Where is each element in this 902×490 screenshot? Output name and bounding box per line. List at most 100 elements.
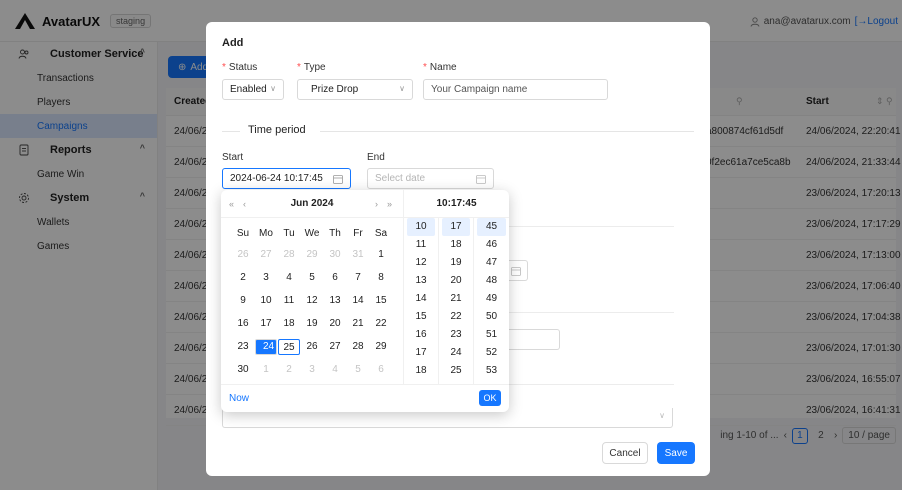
ok-button[interactable]: OK [479,390,501,406]
modal-title: Add [222,37,244,49]
calendar-day[interactable]: 24 [255,339,277,355]
divider [506,226,674,227]
type-select[interactable]: Prize Drop ∨ [297,79,413,100]
hour-cell[interactable]: 14 [407,290,435,308]
hidden-input[interactable] [506,329,560,350]
calendar-day[interactable]: 2 [278,362,300,378]
calendar-day[interactable]: 3 [301,362,323,378]
calendar-day[interactable]: 5 [347,362,369,378]
calendar-day[interactable]: 19 [301,316,323,332]
hour-cell[interactable]: 13 [407,272,435,290]
next-year-button[interactable]: » [387,199,392,209]
status-select[interactable]: Enabled ∨ [222,79,284,100]
calendar-icon [333,175,343,184]
hour-cell[interactable]: 10 [407,218,435,236]
minute-cell[interactable]: 21 [442,290,470,308]
calendar-icon [476,175,486,184]
calendar-day[interactable]: 1 [370,247,392,263]
start-date-value: 2024-06-24 10:17:45 [230,173,323,184]
next-month-button[interactable]: › [375,199,378,209]
start-date-input[interactable]: 2024-06-24 10:17:45 [222,168,351,189]
save-button[interactable]: Save [657,442,695,464]
second-cell[interactable]: 49 [477,290,506,308]
type-value: Prize Drop [311,84,359,95]
calendar-day[interactable]: 28 [278,247,300,263]
calendar-day[interactable]: 22 [370,316,392,332]
calendar-day[interactable]: 15 [370,293,392,309]
calendar-day[interactable]: 14 [347,293,369,309]
second-column[interactable]: 45 46 47 48 49 50 51 52 53 [473,218,509,384]
calendar-day[interactable]: 12 [301,293,323,309]
calendar-day[interactable]: 29 [301,247,323,263]
calendar-day[interactable]: 31 [347,247,369,263]
calendar-day[interactable]: 2 [232,270,254,286]
calendar-day[interactable]: 5 [301,270,323,286]
calendar-day[interactable]: 4 [278,270,300,286]
calendar-day[interactable]: 25 [278,339,300,355]
calendar-day[interactable]: 27 [255,247,277,263]
hour-cell[interactable]: 17 [407,344,435,362]
calendar-day[interactable]: 21 [347,316,369,332]
weekday-label: Tu [283,228,295,239]
second-cell[interactable]: 46 [477,236,506,254]
calendar-day[interactable]: 23 [232,339,254,355]
second-cell[interactable]: 51 [477,326,506,344]
hour-cell[interactable]: 12 [407,254,435,272]
second-cell[interactable]: 52 [477,344,506,362]
calendar-header: « ‹ Jun 2024 › » [221,190,403,218]
minute-cell[interactable]: 20 [442,272,470,290]
hour-cell[interactable]: 16 [407,326,435,344]
second-cell[interactable]: 50 [477,308,506,326]
calendar-day[interactable]: 10 [255,293,277,309]
now-button[interactable]: Now [229,393,249,404]
cancel-button[interactable]: Cancel [602,442,648,464]
minute-cell[interactable]: 22 [442,308,470,326]
minute-column[interactable]: 17 18 19 20 21 22 23 24 25 [438,218,473,384]
minute-cell[interactable]: 25 [442,362,470,380]
second-cell[interactable]: 47 [477,254,506,272]
minute-cell[interactable]: 19 [442,254,470,272]
weekday-label: Su [236,228,250,239]
time-label: 10:17:45 [403,190,509,218]
calendar-day[interactable]: 30 [232,362,254,378]
calendar-day[interactable]: 26 [301,339,323,355]
calendar-day[interactable]: 4 [324,362,346,378]
minute-cell[interactable]: 18 [442,236,470,254]
calendar-day[interactable]: 6 [324,270,346,286]
calendar-day[interactable]: 1 [255,362,277,378]
chevron-down-icon: ∨ [659,411,665,420]
calendar-day[interactable]: 28 [347,339,369,355]
minute-cell[interactable]: 23 [442,326,470,344]
calendar-day[interactable]: 9 [232,293,254,309]
divider [506,384,674,385]
second-cell[interactable]: 53 [477,362,506,380]
calendar-day[interactable]: 7 [347,270,369,286]
calendar-day[interactable]: 16 [232,316,254,332]
calendar-day[interactable]: 27 [324,339,346,355]
end-label: End [367,152,385,163]
calendar-day[interactable]: 8 [370,270,392,286]
calendar-day[interactable]: 6 [370,362,392,378]
hidden-date-input[interactable] [506,260,528,281]
hour-cell[interactable]: 15 [407,308,435,326]
calendar-day[interactable]: 20 [324,316,346,332]
hour-cell[interactable]: 18 [407,362,435,380]
minute-cell[interactable]: 17 [442,218,470,236]
calendar-day[interactable]: 29 [370,339,392,355]
minute-cell[interactable]: 24 [442,344,470,362]
calendar-day[interactable]: 26 [232,247,254,263]
campaign-name-input[interactable]: Your Campaign name [423,79,608,100]
start-label: Start [222,152,244,163]
hour-cell[interactable]: 11 [407,236,435,254]
calendar-day[interactable]: 18 [278,316,300,332]
second-cell[interactable]: 45 [477,218,506,236]
end-date-input[interactable]: Select date [367,168,494,189]
calendar-day[interactable]: 11 [278,293,300,309]
second-cell[interactable]: 48 [477,272,506,290]
calendar-day[interactable]: 3 [255,270,277,286]
calendar-day[interactable]: 13 [324,293,346,309]
calendar-day[interactable]: 17 [255,316,277,332]
calendar-day[interactable]: 30 [324,247,346,263]
chevron-down-icon: ∨ [399,84,405,93]
hour-column[interactable]: 10 11 12 13 14 15 16 17 18 [403,218,438,384]
